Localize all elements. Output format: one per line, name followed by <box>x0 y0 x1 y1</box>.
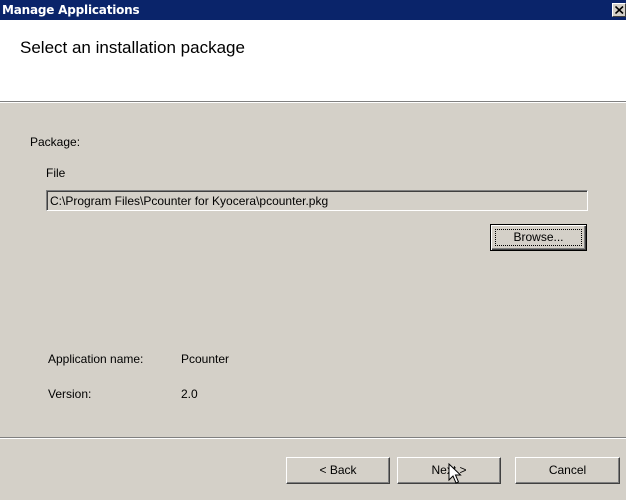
file-path-field[interactable]: C:\Program Files\Pcounter for Kyocera\pc… <box>46 190 588 211</box>
footer-divider <box>0 437 626 439</box>
back-button-label: < Back <box>319 463 357 477</box>
focus-ring <box>495 229 582 246</box>
version-value: 2.0 <box>181 387 198 401</box>
app-name-value: Pcounter <box>181 352 230 366</box>
close-icon <box>615 6 624 14</box>
window-title: Manage Applications <box>2 3 140 17</box>
back-button[interactable]: < Back <box>286 457 390 484</box>
app-name-label: Application name: <box>48 352 144 366</box>
version-label: Version: <box>48 387 92 401</box>
mouse-pointer-icon <box>448 463 462 484</box>
title-bar: Manage Applications <box>0 0 626 20</box>
header-divider <box>0 101 626 103</box>
wizard-header: Select an installation package <box>0 20 626 101</box>
cancel-button[interactable]: Cancel <box>515 457 620 484</box>
file-label: File <box>46 166 66 180</box>
cancel-button-label: Cancel <box>548 463 587 477</box>
file-path-value: C:\Program Files\Pcounter for Kyocera\pc… <box>50 194 329 208</box>
browse-button[interactable]: Browse... <box>490 224 587 251</box>
close-button[interactable] <box>612 3 626 17</box>
page-heading: Select an installation package <box>20 38 245 57</box>
package-section-label: Package: <box>30 135 81 149</box>
